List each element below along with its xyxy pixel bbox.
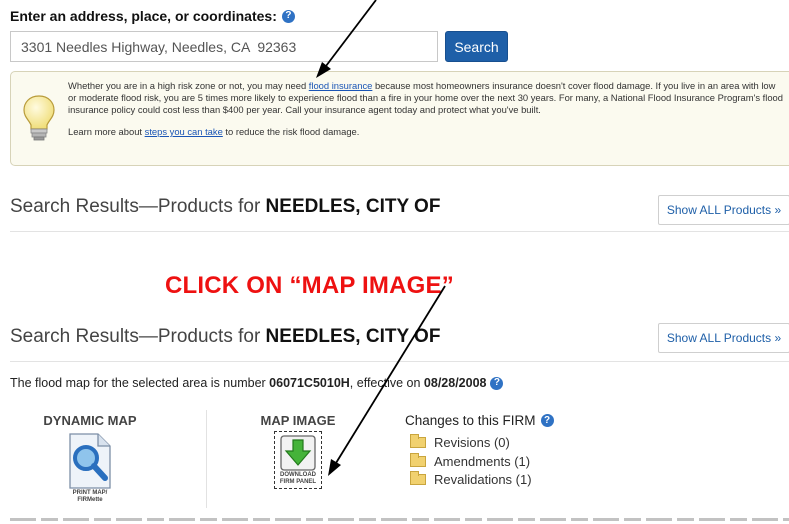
results-title: Search Results—Products for NEEDLES, CIT… <box>10 326 440 348</box>
address-search-label: Enter an address, place, or coordinates:… <box>10 8 295 24</box>
click-map-image-callout: CLICK ON “MAP IMAGE” <box>165 272 454 299</box>
show-all-products-button[interactable]: Show ALL Products » <box>658 323 789 353</box>
revisions-label: Revisions (0) <box>434 435 510 450</box>
results-title: Search Results—Products for NEEDLES, CIT… <box>10 196 440 218</box>
amendments-item[interactable]: Amendments (1) <box>410 453 531 469</box>
show-all-products-button[interactable]: Show ALL Products » <box>658 195 789 225</box>
vertical-divider <box>206 410 207 508</box>
dynamic-map-tile[interactable]: DYNAMIC MAP PRINT MAP/ FIRMette <box>40 413 140 504</box>
flood-map-number: 06071C5010H <box>269 376 350 390</box>
info-text: Whether you are in a high risk zone or n… <box>68 80 783 148</box>
map-image-caption-line: DOWNLOAD <box>279 472 316 478</box>
flood-map-text: , effective on <box>349 376 424 390</box>
cutoff-text-placeholder <box>10 518 789 521</box>
flood-map-effective-date: 08/28/2008 <box>423 376 487 390</box>
revalidations-label: Revalidations (1) <box>434 472 532 487</box>
search-button[interactable]: Search <box>445 31 508 62</box>
amendments-label: Amendments (1) <box>434 454 531 469</box>
steps-you-can-take-link[interactable]: steps you can take <box>145 126 223 137</box>
dynamic-map-caption-line: FIRMette <box>77 497 103 503</box>
divider <box>10 361 789 362</box>
flood-insurance-link[interactable]: flood insurance <box>309 80 373 91</box>
help-icon[interactable]: ? <box>281 9 295 23</box>
lightbulb-icon <box>23 95 55 141</box>
folder-icon <box>410 471 426 485</box>
revalidations-item[interactable]: Revalidations (1) <box>410 471 532 487</box>
divider <box>10 231 789 232</box>
flood-map-sentence: The flood map for the selected area is n… <box>10 376 504 390</box>
dynamic-map-caption: PRINT MAP/ FIRMette <box>73 490 108 504</box>
info-paragraph: Whether you are in a high risk zone or n… <box>68 80 783 116</box>
results-title-prefix: Search Results—Products for <box>10 196 266 217</box>
folder-icon <box>410 434 426 448</box>
address-search-label-text: Enter an address, place, or coordinates: <box>10 8 277 24</box>
help-icon[interactable]: ? <box>540 414 554 427</box>
community-name: NEEDLES, CITY OF <box>265 196 441 217</box>
info-paragraph: Learn more about steps you can take to r… <box>68 126 783 138</box>
dynamic-map-caption-line: PRINT MAP/ <box>72 490 108 496</box>
print-map-icon[interactable] <box>65 432 115 490</box>
address-search-input[interactable] <box>10 31 438 62</box>
map-image-tile[interactable]: MAP IMAGE DOWNLOAD FIRM PANEL <box>248 413 348 489</box>
map-image-title: MAP IMAGE <box>260 413 336 428</box>
help-icon[interactable]: ? <box>490 376 504 390</box>
flood-map-text: The flood map for the selected area is n… <box>10 376 270 390</box>
results-title-prefix: Search Results—Products for <box>10 326 266 347</box>
info-text-segment: Whether you are in a high risk zone or n… <box>68 80 309 91</box>
changes-to-firm-heading: Changes to this FIRM ? <box>405 413 554 428</box>
revisions-item[interactable]: Revisions (0) <box>410 434 510 450</box>
folder-icon <box>410 453 426 467</box>
changes-title-text: Changes to this FIRM <box>405 413 536 428</box>
download-firm-panel-button[interactable]: DOWNLOAD FIRM PANEL <box>274 431 322 489</box>
info-text-segment: Learn more about <box>68 126 145 137</box>
cutoff-text-line <box>10 510 789 524</box>
community-name: NEEDLES, CITY OF <box>265 326 441 347</box>
map-image-caption: DOWNLOAD FIRM PANEL <box>280 472 316 486</box>
download-arrow-icon <box>280 435 316 471</box>
dynamic-map-title: DYNAMIC MAP <box>43 413 137 428</box>
map-image-caption-line: FIRM PANEL <box>279 479 317 485</box>
info-text-segment: to reduce the risk flood damage. <box>222 126 360 137</box>
